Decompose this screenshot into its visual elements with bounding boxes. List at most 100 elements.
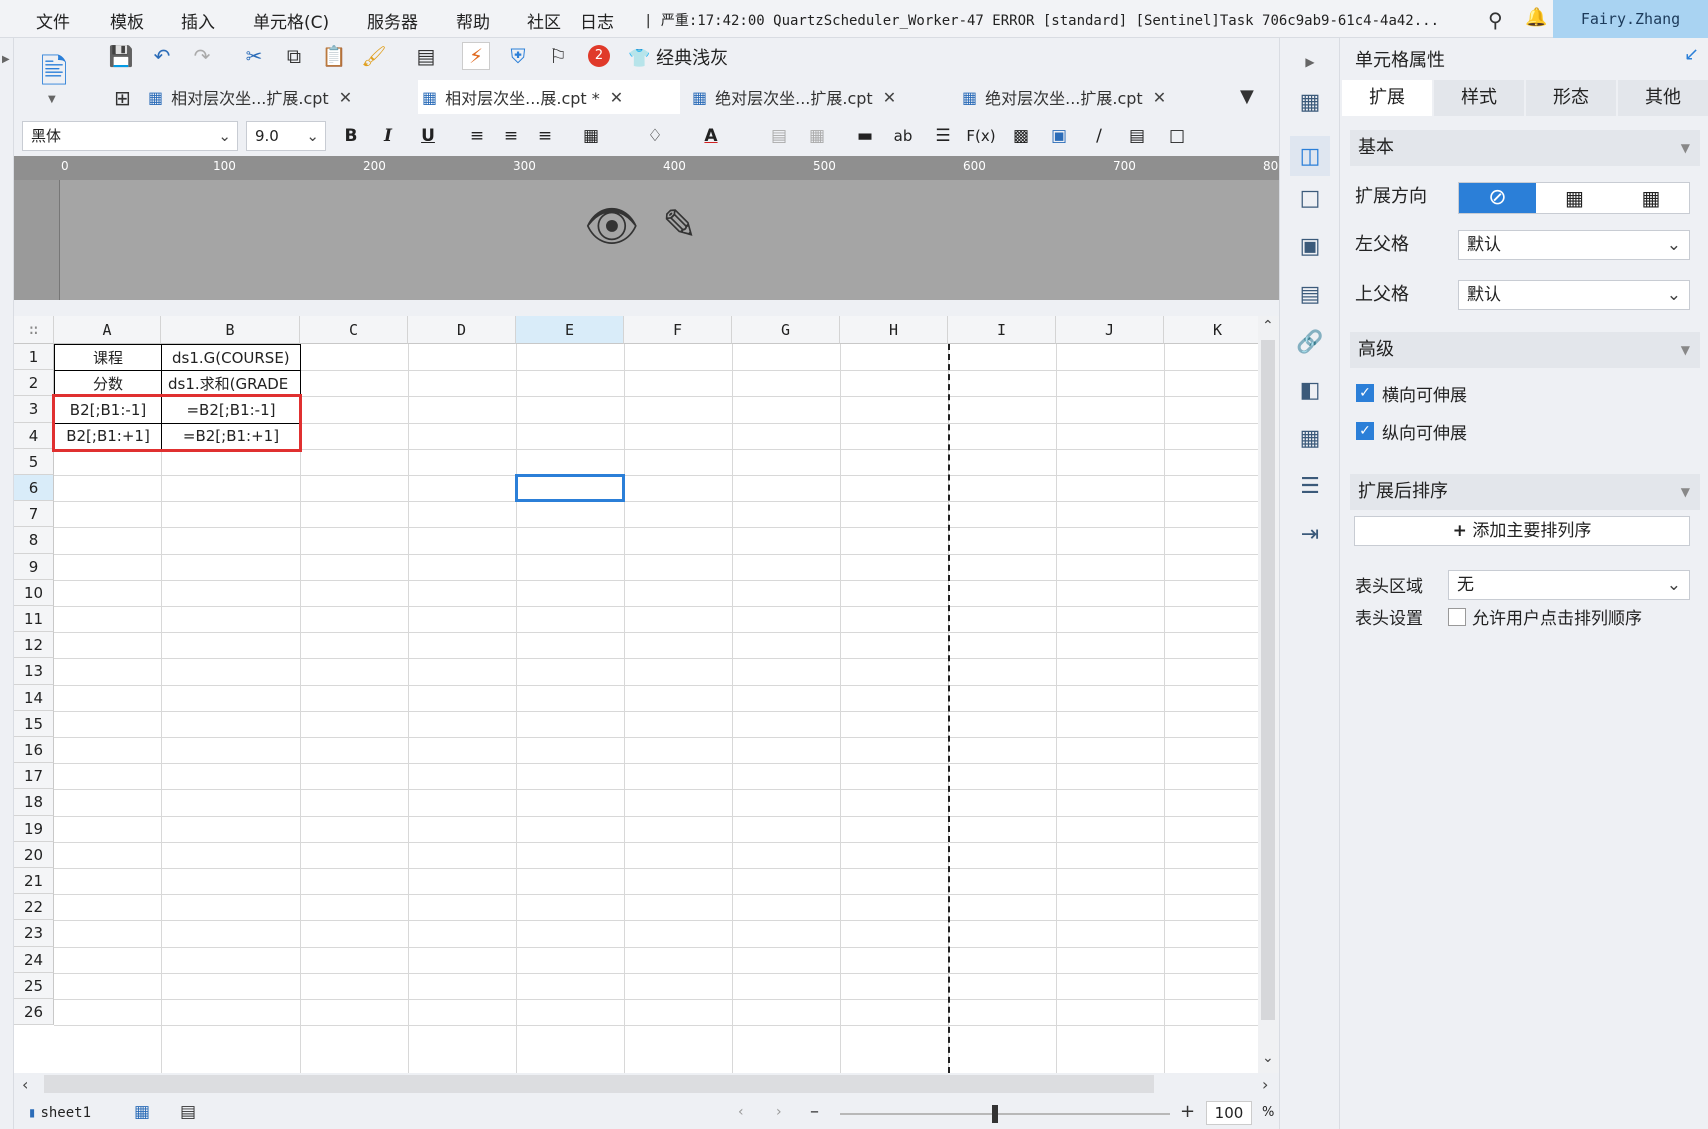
redo-icon[interactable]: ↷ [188,42,216,70]
widget-icon[interactable]: ▣ [1296,232,1324,260]
next-page-icon[interactable]: › [776,1104,782,1120]
save-icon[interactable]: 💾 [107,42,135,70]
image-icon[interactable]: ▣ [1046,123,1072,149]
align-right-icon[interactable]: ≡ [532,123,558,149]
row-header[interactable]: 25 [14,972,54,999]
vertical-expand-icon[interactable]: ▦ [1536,183,1613,213]
align-center-icon[interactable]: ≡ [498,123,524,149]
horizontal-scrollbar[interactable] [44,1075,1154,1093]
row-header[interactable]: 6 [14,475,54,502]
add-sheet-icon[interactable]: ▦ [134,1102,150,1122]
cell-attributes-icon[interactable]: ◫ [1290,136,1330,176]
cell-b1[interactable]: ds1.G(COURSE) [161,344,301,372]
insert-row-icon[interactable]: ▬ [852,123,878,149]
page-break-icon[interactable]: ◧ [1296,376,1324,404]
underline-icon[interactable]: U [415,123,441,149]
section-advanced[interactable]: 高级 ▼ [1350,332,1700,368]
subreport-icon[interactable]: ▤ [1124,123,1150,149]
border-icon[interactable]: ▦ [578,123,604,149]
row-header[interactable]: 3 [14,396,54,423]
vertical-expand-checkbox[interactable]: ✓ [1356,422,1374,440]
italic-icon[interactable]: I [375,123,401,149]
zoom-in-icon[interactable]: + [1180,1101,1195,1122]
column-header[interactable]: I [948,316,1056,344]
row-header[interactable]: 14 [14,684,54,711]
expand-left-icon[interactable]: ▶ [2,54,10,65]
column-header[interactable]: G [732,316,840,344]
add-poly-sheet-icon[interactable]: ▤ [180,1102,196,1122]
horizontal-expand-checkbox[interactable]: ✓ [1356,384,1374,402]
hide-icon[interactable]: 👁 [584,200,640,252]
tab-file-2[interactable]: ▦ 相对层次坐...展.cpt * ✕ [418,80,680,114]
user-account-button[interactable]: Fairy.Zhang [1553,0,1708,38]
row-header[interactable]: 22 [14,894,54,921]
chevron-down-icon[interactable]: ⌄ [1262,1050,1274,1066]
import-icon[interactable]: ⇥ [1296,520,1324,548]
top-parent-select[interactable]: 默认 ⌄ [1458,280,1690,310]
paragraph-icon[interactable]: ☰ [930,123,956,149]
row-header[interactable]: 19 [14,815,54,842]
menu-file[interactable]: 文件 [36,8,70,33]
preview-dropdown-icon[interactable]: ▼ [48,94,56,105]
row-header[interactable]: 12 [14,632,54,659]
tab-expand[interactable]: 扩展 [1342,80,1432,116]
column-header[interactable]: K [1164,316,1258,344]
row-header[interactable]: 24 [14,946,54,973]
select-all-corner[interactable]: ∷ [14,316,54,344]
prev-page-icon[interactable]: ‹ [738,1104,744,1120]
tab-file-4[interactable]: ▦ 绝对层次坐...扩展.cpt ✕ [962,80,1222,114]
theme-button[interactable]: 👕 经典浅灰 [628,44,728,70]
formula-icon[interactable]: F(x) [966,123,995,149]
log-message[interactable]: | 严重:17:42:00 QuartzScheduler_Worker-47 … [644,10,1476,30]
zoom-slider[interactable] [840,1113,1170,1115]
font-name-select[interactable]: 黑体 ⌄ [22,121,238,151]
slash-icon[interactable]: ∕ [1086,123,1112,149]
template-param-icon[interactable]: ▤ [412,42,440,70]
bold-icon[interactable]: B [338,123,364,149]
section-sort[interactable]: 扩展后排序 ▼ [1350,474,1700,510]
row-header[interactable]: 9 [14,553,54,580]
row-header[interactable]: 1 [14,344,54,371]
close-icon[interactable]: ✕ [883,88,896,107]
tab-file-3[interactable]: ▦ 绝对层次坐...扩展.cpt ✕ [692,80,952,114]
fill-color-icon[interactable]: ♢ [642,123,668,149]
shield-icon[interactable]: ⛨ [504,42,532,70]
cell-element-icon[interactable]: □ [1296,184,1324,212]
tab-style[interactable]: 样式 [1434,80,1524,116]
frozen-icon[interactable]: ▦ [1296,424,1324,452]
cell-a2[interactable]: 分数 [54,370,162,398]
copy-icon[interactable]: ⧉ [280,42,308,70]
close-icon[interactable]: ✕ [1153,88,1166,107]
menu-log[interactable]: 日志 [580,8,614,33]
text-icon[interactable]: ab [890,123,916,149]
cell-b2[interactable]: ds1.求和(GRADE [161,370,301,398]
row-header[interactable]: 11 [14,606,54,633]
tab-menu-icon[interactable]: ▼ [1240,86,1254,107]
horizontal-expand-icon[interactable]: ▦ [1613,183,1689,213]
row-header[interactable]: 20 [14,841,54,868]
spreadsheet-grid[interactable]: ∷ A B C D E F G H I J K 1 2 3 4 5 6 7 8 9 10 11 12 1… [14,316,1258,1073]
section-basic[interactable]: 基本 ▼ [1350,130,1700,166]
no-expand-icon[interactable]: ⊘ [1459,183,1536,213]
row-header[interactable]: 26 [14,999,54,1026]
zoom-slider-handle[interactable] [992,1105,998,1123]
menu-help[interactable]: 帮助 [456,8,490,33]
left-parent-select[interactable]: 默认 ⌄ [1458,230,1690,260]
row-header[interactable]: 16 [14,737,54,764]
row-header[interactable]: 13 [14,658,54,685]
row-header[interactable]: 4 [14,422,54,449]
pin-icon[interactable]: ↙ [1684,44,1699,65]
edit-pencil-icon[interactable]: ✎ [662,200,697,249]
zoom-input[interactable]: 100 [1206,1101,1252,1125]
row-header[interactable]: 10 [14,579,54,606]
menu-insert[interactable]: 插入 [181,8,215,33]
font-size-select[interactable]: 9.0 ⌄ [246,121,326,151]
tab-file-1[interactable]: ▦ 相对层次坐...扩展.cpt ✕ [148,80,408,114]
chevron-right-icon[interactable]: › [1262,1075,1268,1094]
scrollbar-thumb[interactable] [1261,340,1275,1020]
condition-attr-icon[interactable]: ▤ [1296,280,1324,308]
close-icon[interactable]: ✕ [339,88,352,107]
column-header[interactable]: F [624,316,732,344]
zoom-out-icon[interactable]: – [810,1101,819,1122]
collapse-right-icon[interactable]: ▶ [1296,48,1324,76]
